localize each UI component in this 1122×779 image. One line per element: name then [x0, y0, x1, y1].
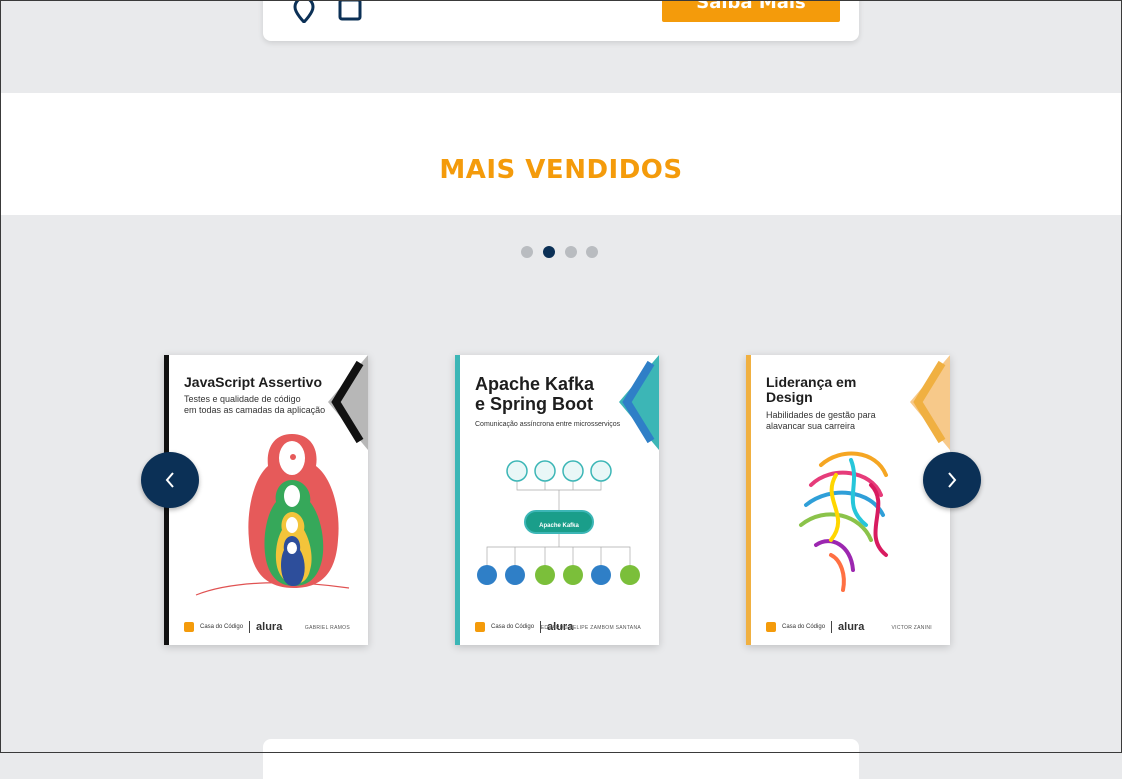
chevron-right-icon [948, 472, 957, 488]
casa-do-codigo-logo [766, 622, 776, 632]
book-subtitle: Habilidades de gestão para alavancar sua… [766, 410, 876, 432]
chevron-left-icon [165, 472, 174, 488]
carousel-dot-3[interactable] [565, 246, 577, 258]
book-cover-illustration [195, 434, 350, 596]
carousel-next-button[interactable] [923, 452, 981, 508]
casa-do-codigo-logo [184, 622, 194, 632]
next-section-card [263, 739, 859, 779]
book-subtitle: Comunicação assíncrona entre microsservi… [475, 421, 621, 428]
book-corner-chevron [910, 355, 950, 450]
carousel-dot-4[interactable] [586, 246, 598, 258]
book-cover-illustration [799, 451, 888, 592]
section-title: MAIS VENDIDOS [439, 155, 683, 185]
saiba-mais-label: Saiba Mais [696, 0, 806, 13]
calendar-icon [338, 0, 362, 21]
publisher-name: Casa do Código [782, 624, 826, 630]
publisher-name: Casa do Código [491, 624, 535, 630]
section-header: MAIS VENDIDOS [1, 93, 1121, 215]
publisher-separator [831, 621, 833, 633]
publisher-name: Casa do Código [200, 624, 244, 630]
book-publisher: Casa do Código alura [184, 621, 282, 633]
book-spine [455, 355, 460, 645]
book-author: GABRIEL RAMOS [304, 625, 350, 631]
promo-card: Saiba Mais [263, 0, 859, 41]
carousel-dot-1[interactable] [521, 246, 533, 258]
book-publisher: Casa do Código alura [766, 621, 864, 633]
map-pin-icon [293, 0, 315, 23]
diagram-center-label: Apache Kafka [539, 523, 579, 529]
carousel-prev-button[interactable] [141, 452, 199, 508]
book-author: EDUARDO FELIPE ZAMBOM SANTANA [540, 625, 641, 631]
book-card-apache-kafka[interactable]: Apache Kafka e Spring Boot Comunicação a… [455, 355, 659, 645]
publisher-separator [249, 621, 251, 633]
alura-logo: alura [838, 621, 865, 633]
book-title: JavaScript Assertivo [184, 374, 322, 390]
book-subtitle: Testes e qualidade de código em todas as… [184, 394, 326, 416]
book-corner-chevron [619, 355, 659, 450]
alura-logo: alura [256, 621, 283, 633]
book-spine [746, 355, 751, 645]
book-title: Apache Kafka e Spring Boot [475, 374, 595, 414]
book-author: VICTOR ZANINI [891, 625, 932, 631]
book-card-lideranca-em-design[interactable]: Liderança em Design Habilidades de gestã… [746, 355, 950, 645]
carousel-dot-2[interactable] [543, 246, 555, 258]
saiba-mais-button[interactable]: Saiba Mais [662, 0, 840, 22]
casa-do-codigo-logo [475, 622, 485, 632]
book-card-javascript-assertivo[interactable]: JavaScript Assertivo Testes e qualidade … [164, 355, 368, 645]
book-title: Liderança em Design [766, 374, 857, 406]
